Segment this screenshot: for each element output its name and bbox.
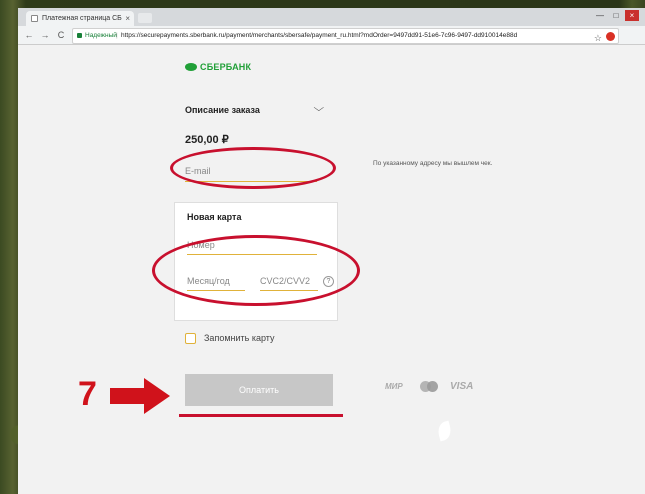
back-arrow-icon[interactable]: ← xyxy=(24,29,34,41)
mir-logo: МИР xyxy=(385,382,403,391)
payment-page: СБЕРБАНК Описание заказа ⌵ 250,00 ₽ E-ma… xyxy=(18,45,645,494)
bookmark-star-icon[interactable]: ☆ xyxy=(594,31,602,43)
annotation-circle-card xyxy=(152,235,360,306)
browser-tab[interactable]: Платежная страница СБ × xyxy=(26,11,134,26)
address-bar[interactable]: Надежный | https://securepayments.sberba… xyxy=(72,28,619,44)
maximize-button[interactable]: □ xyxy=(609,10,623,21)
email-note: По указанному адресу мы вышлем чек. xyxy=(373,160,493,167)
url-separator: | xyxy=(116,32,118,39)
visa-logo: VISA xyxy=(450,381,474,392)
chevron-down-icon[interactable]: ⌵ xyxy=(313,103,324,114)
remember-card-checkbox[interactable] xyxy=(185,333,196,344)
page-favicon-icon xyxy=(31,15,38,22)
minimize-button[interactable]: — xyxy=(593,10,607,21)
tab-strip: Платежная страница СБ × — □ × xyxy=(18,8,645,26)
url-text: https://securepayments.sberbank.ru/payme… xyxy=(121,32,518,39)
annotation-underline xyxy=(179,414,343,417)
leaf-shape xyxy=(435,420,454,442)
browser-toolbar: ← → C Надежный | https://securepayments.… xyxy=(18,26,645,45)
browser-window: Платежная страница СБ × — □ × ← → C Наде… xyxy=(18,8,645,494)
order-description-toggle[interactable]: Описание заказа xyxy=(185,105,260,115)
extension-icon[interactable] xyxy=(606,32,615,41)
annotation-step-number: 7 xyxy=(78,375,97,413)
reload-icon[interactable]: C xyxy=(56,29,66,41)
new-tab-button[interactable] xyxy=(138,13,152,23)
tab-close-icon[interactable]: × xyxy=(125,11,130,26)
order-amount: 250,00 ₽ xyxy=(185,134,229,146)
remember-card-label[interactable]: Запомнить карту xyxy=(204,333,275,343)
forward-arrow-icon[interactable]: → xyxy=(40,29,50,41)
pay-button[interactable]: Оплатить xyxy=(185,374,333,406)
secure-label: Надежный xyxy=(85,32,117,39)
tab-title: Платежная страница СБ xyxy=(42,15,122,22)
card-form-title: Новая карта xyxy=(187,212,242,222)
annotation-arrow-icon xyxy=(110,378,170,414)
window-controls: — □ × xyxy=(593,10,639,21)
mastercard-logo-icon xyxy=(420,381,438,392)
lock-icon xyxy=(77,33,82,38)
logo-text: СБЕРБАНК xyxy=(200,62,252,72)
close-window-button[interactable]: × xyxy=(625,10,639,21)
sberbank-logo-icon xyxy=(185,63,197,71)
annotation-circle-email xyxy=(170,147,336,189)
sberbank-logo: СБЕРБАНК xyxy=(185,62,251,72)
